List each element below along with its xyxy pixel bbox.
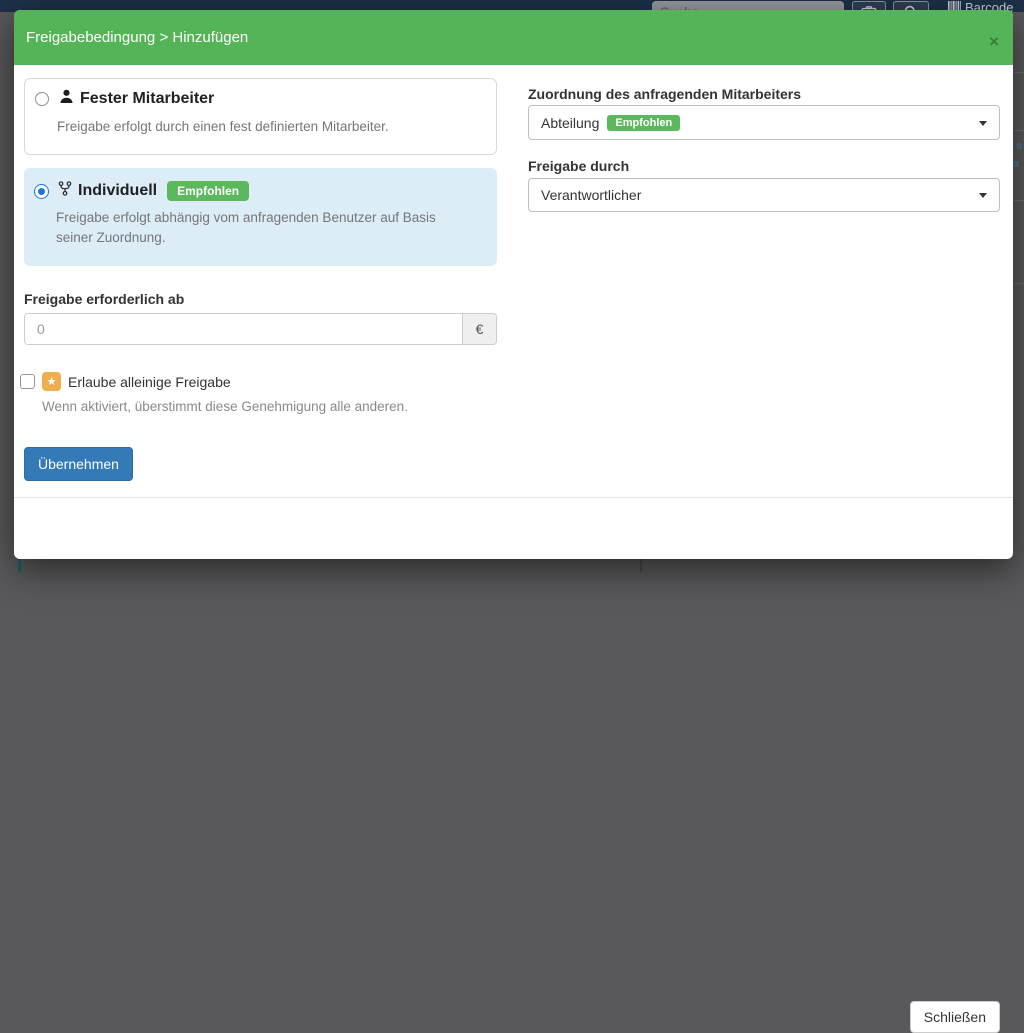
approval-by-label: Freigabe durch — [528, 158, 629, 174]
modal-footer: Schließen — [14, 497, 1013, 559]
radio-fester-mitarbeiter[interactable] — [35, 92, 49, 106]
caret-down-icon — [979, 193, 987, 198]
approval-by-value: Verantwortlicher — [541, 187, 641, 203]
sole-approval-description: Wenn aktiviert, überstimmt diese Genehmi… — [42, 399, 408, 414]
background-table-line — [1014, 130, 1024, 131]
empfohlen-badge-small: Empfohlen — [607, 115, 680, 131]
background-text-fragment: s — [1016, 140, 1022, 152]
option-title: Individuell — [78, 182, 157, 200]
background-text-fragment: a — [1013, 158, 1019, 170]
assignment-value: Abteilung — [541, 115, 599, 131]
apply-button[interactable]: Übernehmen — [24, 447, 133, 481]
background-table-line — [1014, 283, 1024, 284]
modal-header: Freigabebedingung > Hinzufügen × — [14, 10, 1013, 65]
option-fester-mitarbeiter[interactable]: Fester Mitarbeiter Freigabe erfolgt durc… — [24, 78, 497, 155]
assignment-label: Zuordnung des anfragenden Mitarbeiters — [528, 86, 801, 102]
sole-approval-label: Erlaube alleinige Freigabe — [68, 374, 231, 390]
empfohlen-badge: Empfohlen — [167, 181, 249, 201]
approval-by-select[interactable]: Verantwortlicher — [528, 178, 1000, 212]
assignment-select[interactable]: Abteilung Empfohlen — [528, 105, 1000, 140]
option-description: Freigabe erfolgt durch einen fest defini… — [57, 117, 477, 137]
option-description: Freigabe erfolgt abhängig vom anfragende… — [56, 208, 456, 247]
person-icon — [59, 88, 74, 109]
option-title: Fester Mitarbeiter — [80, 90, 214, 108]
amount-label: Freigabe erforderlich ab — [24, 291, 184, 307]
option-individuell[interactable]: Individuell Empfohlen Freigabe erfolgt a… — [24, 168, 497, 266]
amount-input[interactable] — [25, 314, 462, 344]
close-button[interactable]: Schließen — [910, 1001, 1000, 1033]
fork-icon — [58, 180, 72, 202]
currency-addon: € — [462, 314, 496, 344]
background-column-divider — [640, 558, 642, 572]
radio-individuell[interactable] — [34, 184, 49, 199]
background-table-line — [1014, 72, 1024, 73]
caret-down-icon — [979, 121, 987, 126]
background-panel-accent — [18, 558, 21, 572]
star-icon: ★ — [42, 372, 61, 391]
freigabebedingung-modal: Freigabebedingung > Hinzufügen × Fester … — [14, 10, 1013, 559]
close-icon[interactable]: × — [989, 33, 999, 50]
sole-approval-row[interactable]: ★ Erlaube alleinige Freigabe — [20, 372, 231, 391]
amount-input-group: € — [24, 313, 497, 345]
sole-approval-checkbox[interactable] — [20, 374, 35, 389]
background-table-line — [1014, 200, 1024, 201]
modal-title: Freigabebedingung > Hinzufügen — [26, 10, 248, 65]
